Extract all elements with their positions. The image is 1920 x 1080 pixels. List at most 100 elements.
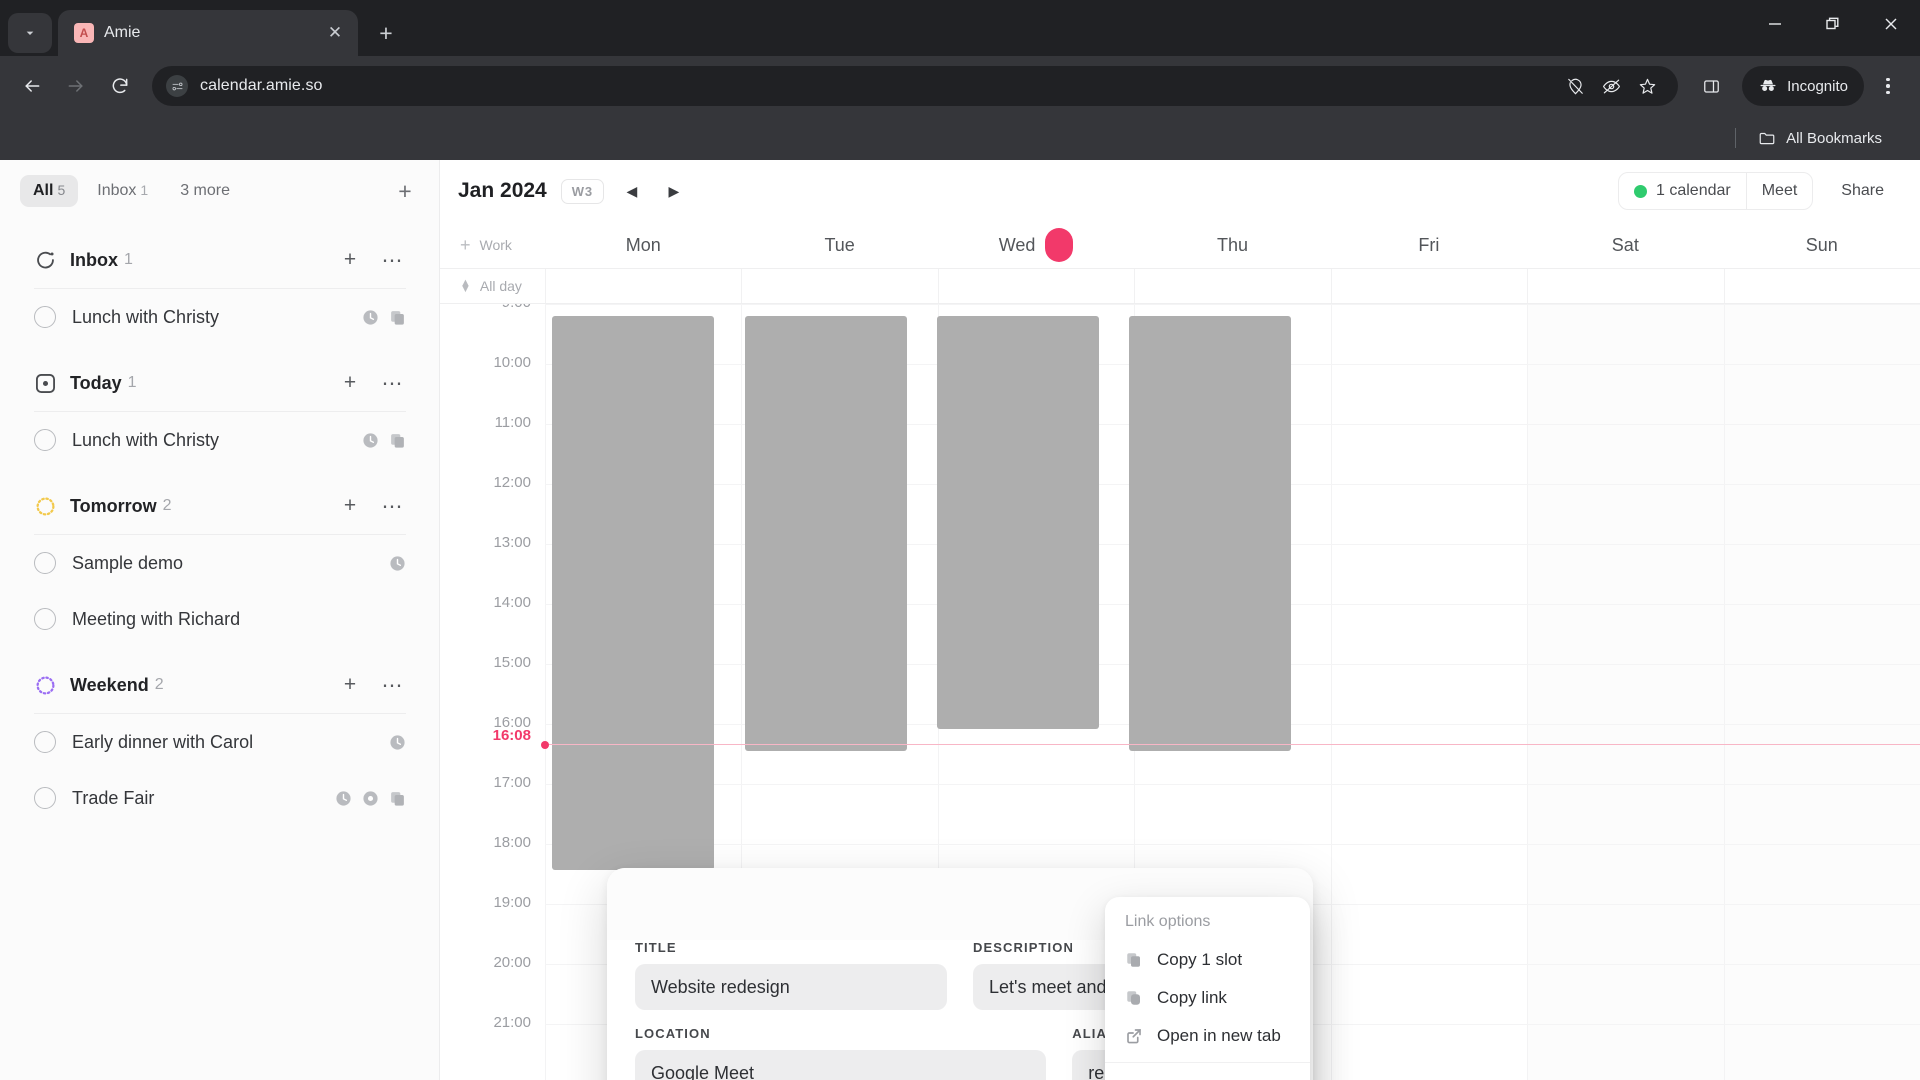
grid-cell[interactable]	[1723, 365, 1920, 424]
grid-cell[interactable]	[1723, 785, 1920, 844]
day-header-tue[interactable]: Tue	[741, 235, 937, 256]
all-day-cell-wed[interactable]	[937, 269, 1134, 303]
grid-cell[interactable]	[1723, 665, 1920, 724]
location-blocked-button[interactable]	[1558, 69, 1592, 103]
grid-cell[interactable]	[937, 785, 1134, 844]
day-header-wed[interactable]: Wed	[938, 228, 1134, 262]
day-header-sun[interactable]: Sun	[1724, 235, 1920, 256]
task-group-more-button[interactable]: ⋯	[378, 246, 406, 274]
task-group-header[interactable]: Tomorrow 2 + ⋯	[20, 478, 420, 534]
grid-cell[interactable]	[1527, 365, 1724, 424]
grid-cell[interactable]	[1723, 725, 1920, 784]
all-day-cell-sat[interactable]	[1527, 269, 1723, 303]
grid-cell[interactable]	[1527, 605, 1724, 664]
task-row[interactable]: Early dinner with Carol	[20, 714, 420, 770]
grid-cell[interactable]	[1723, 845, 1920, 904]
grid-cell[interactable]	[1723, 305, 1920, 364]
grid-cell[interactable]	[1330, 965, 1527, 1024]
site-settings-icon[interactable]	[166, 75, 188, 97]
new-tab-button[interactable]: +	[368, 15, 404, 51]
grid-cell[interactable]	[1330, 365, 1527, 424]
all-day-cell-mon[interactable]	[545, 269, 741, 303]
event-block-thu[interactable]	[1129, 316, 1291, 751]
grid-cell[interactable]	[1527, 545, 1724, 604]
grid-cell[interactable]	[1527, 1025, 1724, 1080]
grid-cell[interactable]	[1527, 485, 1724, 544]
grid-cell[interactable]	[1330, 305, 1527, 364]
day-header-thu[interactable]: Thu	[1134, 235, 1330, 256]
all-bookmarks-button[interactable]: All Bookmarks	[1750, 125, 1890, 151]
filter-chip-all[interactable]: All 5	[20, 175, 79, 207]
grid-cell[interactable]	[1527, 845, 1724, 904]
sidebar-add-button[interactable]: +	[390, 176, 420, 206]
menu-item-open-new-tab[interactable]: Open in new tab	[1105, 1017, 1310, 1055]
all-day-cell-sun[interactable]	[1723, 269, 1920, 303]
tracking-protection-button[interactable]	[1594, 69, 1628, 103]
menu-item-copy-link[interactable]: Copy link	[1105, 979, 1310, 1017]
grid-cell[interactable]	[1527, 905, 1724, 964]
back-button[interactable]	[12, 66, 52, 106]
filter-chip-more[interactable]: 3 more	[167, 175, 243, 207]
grid-cell[interactable]	[1527, 725, 1724, 784]
tab-close-icon[interactable]: ✕	[322, 20, 348, 46]
incognito-profile-button[interactable]: Incognito	[1742, 66, 1864, 106]
share-button[interactable]: Share	[1827, 173, 1898, 209]
task-row[interactable]: Sample demo	[20, 535, 420, 591]
task-group-add-button[interactable]: +	[336, 246, 364, 274]
task-group-header[interactable]: Weekend 2 + ⋯	[20, 657, 420, 713]
day-header-fri[interactable]: Fri	[1331, 235, 1527, 256]
grid-cell[interactable]	[1723, 485, 1920, 544]
grid-cell[interactable]	[1723, 545, 1920, 604]
forward-button[interactable]	[56, 66, 96, 106]
task-group-add-button[interactable]: +	[336, 492, 364, 520]
task-group-more-button[interactable]: ⋯	[378, 492, 406, 520]
week-badge[interactable]: W3	[560, 178, 604, 204]
close-window-button[interactable]	[1862, 0, 1920, 48]
grid-cell[interactable]	[1330, 665, 1527, 724]
day-header-mon[interactable]: Mon	[545, 235, 741, 256]
all-day-cell-thu[interactable]	[1134, 269, 1330, 303]
grid-cell[interactable]	[1330, 785, 1527, 844]
maximize-button[interactable]	[1804, 0, 1862, 48]
grid-cell[interactable]	[1723, 605, 1920, 664]
grid-cell[interactable]	[1527, 665, 1724, 724]
reload-button[interactable]	[100, 66, 140, 106]
tab-search-button[interactable]	[8, 13, 52, 53]
filter-chip-inbox[interactable]: Inbox 1	[84, 175, 161, 207]
task-checkbox[interactable]	[34, 731, 56, 753]
grid-cell[interactable]	[1330, 545, 1527, 604]
grid-cell[interactable]	[1330, 425, 1527, 484]
grid-cell[interactable]	[741, 785, 937, 844]
task-checkbox[interactable]	[34, 787, 56, 809]
event-block-wed[interactable]	[937, 316, 1099, 729]
task-group-header[interactable]: Today 1 + ⋯	[20, 355, 420, 411]
minimize-button[interactable]	[1746, 0, 1804, 48]
grid-cell[interactable]	[1330, 845, 1527, 904]
grid-cell[interactable]	[1723, 965, 1920, 1024]
grid-cell[interactable]	[1134, 785, 1330, 844]
task-checkbox[interactable]	[34, 552, 56, 574]
grid-cell[interactable]	[1527, 785, 1724, 844]
task-group-add-button[interactable]: +	[336, 671, 364, 699]
side-panel-button[interactable]	[1690, 66, 1732, 106]
task-row[interactable]: Meeting with Richard	[20, 591, 420, 647]
task-group-header[interactable]: Inbox 1 + ⋯	[20, 232, 420, 288]
task-checkbox[interactable]	[34, 608, 56, 630]
task-checkbox[interactable]	[34, 306, 56, 328]
browser-tab-amie[interactable]: A Amie ✕	[58, 10, 358, 56]
next-week-button[interactable]: ▶	[660, 177, 688, 205]
prev-week-button[interactable]: ◀	[618, 177, 646, 205]
grid-cell[interactable]	[1527, 305, 1724, 364]
menu-item-delete-link[interactable]: Delete link	[1105, 1070, 1310, 1080]
grid-cell[interactable]	[1330, 725, 1527, 784]
event-block-mon[interactable]	[552, 316, 714, 870]
address-bar[interactable]: calendar.amie.so	[152, 66, 1679, 106]
grid-cell[interactable]	[1527, 425, 1724, 484]
title-input[interactable]: Website redesign	[635, 964, 947, 1010]
menu-item-copy-slot[interactable]: Copy 1 slot	[1105, 941, 1310, 979]
grid-cell[interactable]	[1330, 605, 1527, 664]
browser-menu-button[interactable]	[1868, 66, 1908, 106]
grid-cell[interactable]	[1527, 965, 1724, 1024]
add-calendar-icon[interactable]: +	[460, 235, 471, 256]
grid-cell[interactable]	[1330, 905, 1527, 964]
